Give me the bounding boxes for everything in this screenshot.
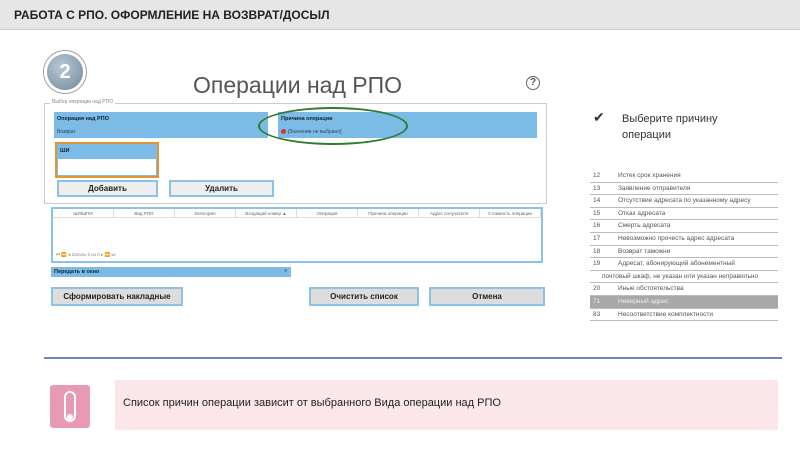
column-header[interactable]: Вид РПО [114,209,175,217]
dialog-title: Операции над РПО [193,72,403,98]
reasons-table: 12 Истек срок хранения 13 Заявление отправи… [590,170,778,322]
column-header[interactable]: Операция [297,209,358,217]
reason-text: Адресат, абонирующий абонементный [618,260,735,268]
reason-code: 17 [593,234,601,242]
header-title: РАБОТА С РПО. ОФОРМЛЕНИЕ НА ВОЗВРАТ/ДОСЫ… [14,8,330,22]
shi-field[interactable]: ШИ [55,142,159,178]
group-label: Выбор операции над РПО [50,99,116,105]
chevron-down-icon: ▾ [284,268,287,274]
step-badge: 2 [44,51,86,93]
reason-highlight-ellipse [258,107,408,145]
reason-text: Заявление отправителя [618,184,691,192]
reason-text: Возврат таможни [618,247,671,255]
reason-text: Несоответствие комплектности [618,310,713,318]
reason-code: 12 [593,172,601,179]
reason-row[interactable]: 20 Иные обстоятельства [590,283,778,296]
reason-code: 14 [593,197,601,205]
reason-code: 13 [593,184,601,192]
reason-text: Иные обстоятельства [618,285,684,293]
hint-text: Выберите причину операции [622,111,718,143]
reason-row[interactable]: 83 Несоответствие комплектности [590,309,778,322]
divider [44,357,782,359]
column-header[interactable]: Адрес получателя [419,209,480,217]
reason-code: 20 [593,285,601,293]
header-bar: РАБОТА С РПО. ОФОРМЛЕНИЕ НА ВОЗВРАТ/ДОСЫ… [0,0,800,30]
column-header[interactable]: Входящий номер ▲ [236,209,297,217]
form-invoices-button[interactable]: Сформировать накладные [51,287,183,306]
column-header[interactable]: Категория [175,209,236,217]
reason-code: 71 [593,297,601,305]
note-text: Список причин операции зависит от выбран… [123,397,501,409]
transfer-select[interactable]: Передать в окно ▾ [51,267,291,277]
reason-row[interactable]: 12 Истек срок хранения [590,170,778,183]
shi-input[interactable] [58,159,156,175]
reason-code: 15 [593,209,601,217]
checkmark-icon: ✔ [593,109,605,125]
reason-row[interactable]: 13 Заявление отправителя [590,183,778,196]
transfer-select-value: Передать в окно [54,269,100,275]
delete-button[interactable]: Удалить [169,180,274,197]
reason-code: 18 [593,247,601,255]
rpo-grid[interactable]: ШИ/ШПИ Вид РПО Категория Входящий номер … [51,207,543,263]
reason-row[interactable]: 14 Отсутствие адресата по указанному адре… [590,195,778,208]
reason-row[interactable]: 19 Адресат, абонирующий абонементный [590,258,778,271]
reason-text: Неверный адрес [618,297,669,305]
reason-row[interactable]: 17 Невозможно прочесть адрес адресата [590,233,778,246]
cancel-button[interactable]: Отмена [429,287,545,306]
reason-text: Смерть адресата [618,222,671,230]
reason-row[interactable]: 71 Неверный адрес [590,295,778,309]
grid-pager[interactable]: ⏮ ⏪ ◂ Запись 0 из 0 ▸ ⏩ ⏭ [56,252,115,258]
clear-list-button[interactable]: Очистить список [309,287,419,306]
reason-text: Отказ адресата [618,209,666,217]
reason-text: почтовый шкаф, не указан или указан непр… [602,272,759,280]
reason-text: Отсутствие адресата по указанному адресу [618,197,751,205]
column-header[interactable]: ШИ/ШПИ [53,209,114,217]
note-box: Список причин операции зависит от выбран… [115,380,778,430]
reason-row[interactable]: 18 Возврат таможни [590,246,778,259]
help-icon[interactable]: ? [526,76,540,90]
reason-row[interactable]: 15 Отказ адресата [590,208,778,221]
column-header[interactable]: Причина операции [358,209,419,217]
operation-field[interactable]: Операция над РПО Возврат [54,112,268,138]
column-header[interactable]: Стоимость операции [480,209,541,217]
reason-code: 16 [593,222,601,230]
reason-text: Невозможно прочесть адрес адресата [618,234,735,242]
reason-row[interactable]: 16 Смерть адресата [590,220,778,233]
shi-label: ШИ [60,148,70,154]
operation-value: Возврат [57,129,76,135]
hint-line: операции [622,129,672,141]
add-button[interactable]: Добавить [57,180,158,197]
reason-row[interactable]: почтовый шкаф, не указан или указан непр… [590,271,778,284]
reason-text: Истек срок хранения [618,172,681,179]
exclamation-icon [50,385,90,428]
reason-code: 19 [593,260,601,268]
hint-line: Выберите причину [622,113,718,125]
reason-code: 83 [593,310,601,318]
operation-label: Операция над РПО [57,116,109,122]
